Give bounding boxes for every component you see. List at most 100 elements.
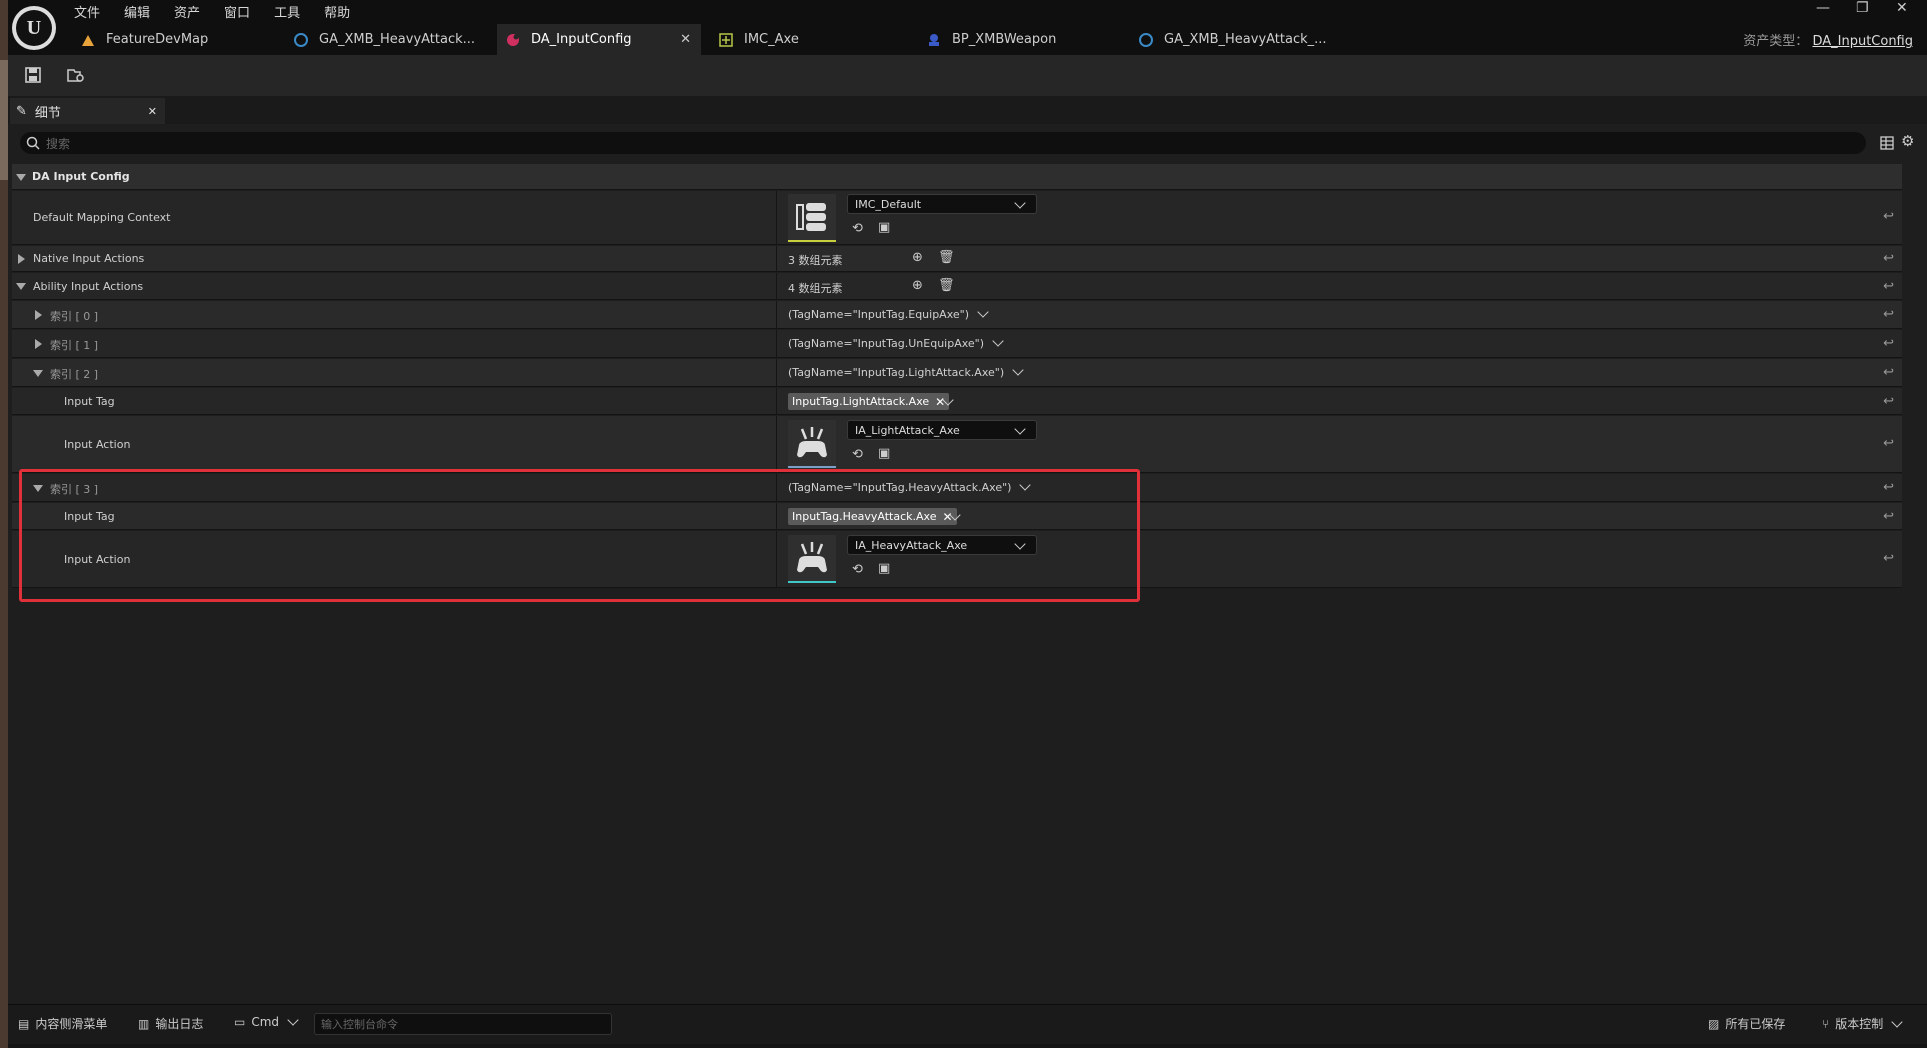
console-command-input[interactable]: 输入控制台命令: [314, 1013, 612, 1035]
table-view-icon[interactable]: [1880, 136, 1894, 150]
browse-content-icon[interactable]: [63, 62, 89, 88]
reset-to-default-icon[interactable]: ↩: [1883, 336, 1894, 351]
gameplay-tag-pill[interactable]: InputTag.LightAttack.Axe ✕: [788, 393, 950, 410]
asset-type-link[interactable]: DA_InputConfig: [1812, 34, 1913, 49]
reset-to-default-icon[interactable]: ↩: [1883, 394, 1894, 409]
element-summary[interactable]: (TagName="InputTag.EquipAxe"): [788, 306, 989, 321]
input-action-combo[interactable]: IA_HeavyAttack_Axe: [847, 535, 1037, 555]
menu-file[interactable]: 文件: [74, 2, 100, 22]
save-icon[interactable]: [20, 62, 46, 88]
chevron-down-icon: [992, 335, 1004, 347]
reset-to-default-icon[interactable]: ↩: [1883, 251, 1894, 266]
combo-value: IMC_Default: [855, 197, 922, 211]
array-element-2[interactable]: 索引 [ 2 ] (TagName="InputTag.LightAttack.…: [12, 359, 1902, 387]
menu-asset[interactable]: 资产: [174, 2, 200, 22]
mapping-context-thumbnail[interactable]: [788, 194, 836, 242]
tab-imc-axe[interactable]: IMC_Axe: [710, 24, 910, 55]
use-selected-icon[interactable]: ⟲: [852, 562, 863, 577]
cmd-label: Cmd: [251, 1015, 280, 1029]
saved-icon: ▨: [1708, 1016, 1720, 1031]
property-input-action-2: Input Action IA_LightAttack_Axe ⟲ ▣ ↩: [12, 416, 1902, 473]
tab-bp-xmbweapon[interactable]: BP_XMBWeapon: [918, 24, 1118, 55]
content-drawer-label: 内容侧滑菜单: [35, 1017, 108, 1031]
tab-da-inputconfig[interactable]: DA_InputConfig ✕: [497, 24, 701, 55]
category-da-input-config[interactable]: DA Input Config: [12, 164, 1902, 190]
gear-icon[interactable]: ⚙: [1901, 132, 1914, 150]
element-index-label: 索引 [ 0 ]: [50, 310, 99, 323]
menu-window[interactable]: 窗口: [224, 2, 250, 22]
use-selected-icon[interactable]: ⟲: [852, 447, 863, 462]
array-element-1[interactable]: 索引 [ 1 ] (TagName="InputTag.UnEquipAxe")…: [12, 330, 1902, 358]
minimize-icon[interactable]: —: [1816, 0, 1830, 16]
gameplay-tag-pill[interactable]: InputTag.HeavyAttack.Axe ✕: [788, 508, 957, 525]
source-control-button[interactable]: ⑂ 版本控制: [1822, 1015, 1903, 1032]
reset-to-default-icon[interactable]: ↩: [1883, 480, 1894, 495]
browse-asset-icon[interactable]: ▣: [878, 561, 890, 576]
array-element-3[interactable]: 索引 [ 3 ] (TagName="InputTag.HeavyAttack.…: [12, 474, 1902, 502]
reset-to-default-icon[interactable]: ↩: [1883, 365, 1894, 380]
menu-tools[interactable]: 工具: [274, 2, 300, 22]
use-selected-icon[interactable]: ⟲: [852, 221, 863, 236]
input-action-thumbnail[interactable]: [788, 535, 836, 583]
tab-details[interactable]: ✎ 细节 ✕: [10, 98, 165, 124]
expand-arrow-icon[interactable]: [18, 254, 25, 264]
details-tab-label: 细节: [34, 105, 61, 121]
menu-edit[interactable]: 编辑: [124, 2, 150, 22]
reset-to-default-icon[interactable]: ↩: [1883, 551, 1894, 566]
collapse-arrow-icon[interactable]: [16, 283, 26, 290]
element-index-label: 索引 [ 3 ]: [50, 483, 99, 496]
close-icon[interactable]: ✕: [148, 105, 157, 118]
element-summary[interactable]: (TagName="InputTag.HeavyAttack.Axe"): [788, 479, 1032, 494]
content-drawer-button[interactable]: ▤ 内容侧滑菜单: [18, 1015, 107, 1032]
reset-to-default-icon[interactable]: ↩: [1883, 209, 1894, 224]
collapse-arrow-icon[interactable]: [33, 370, 43, 377]
combo-value: IA_LightAttack_Axe: [855, 423, 960, 437]
collapse-arrow-icon[interactable]: [33, 485, 43, 492]
tab-label: DA_InputConfig: [531, 32, 632, 47]
trash-icon[interactable]: 🗑: [938, 278, 955, 293]
output-log-button[interactable]: ▥ 输出日志: [138, 1015, 203, 1032]
input-action-thumbnail[interactable]: [788, 420, 836, 468]
array-count: 3 数组元素: [788, 254, 843, 267]
collapse-arrow-icon[interactable]: [16, 174, 26, 181]
expand-arrow-icon[interactable]: [35, 310, 42, 320]
add-element-icon[interactable]: ⊕: [912, 250, 923, 265]
close-icon[interactable]: ✕: [680, 32, 691, 47]
reset-to-default-icon[interactable]: ↩: [1883, 509, 1894, 524]
array-count: 4 数组元素: [788, 282, 843, 295]
source-control-label: 版本控制: [1835, 1017, 1884, 1031]
input-action-combo[interactable]: IA_LightAttack_Axe: [847, 420, 1037, 440]
unreal-logo-icon[interactable]: U: [12, 6, 56, 50]
menu-help[interactable]: 帮助: [324, 2, 350, 22]
cmd-dropdown[interactable]: ▭ Cmd: [234, 1014, 299, 1029]
left-gutter-highlight: [0, 60, 8, 180]
window-close-icon[interactable]: ✕: [1896, 0, 1908, 16]
chevron-down-icon: [1012, 364, 1024, 376]
array-element-0[interactable]: 索引 [ 0 ] (TagName="InputTag.EquipAxe") ↩: [12, 301, 1902, 329]
property-ability-input-actions[interactable]: Ability Input Actions 4 数组元素 ⊕ 🗑 ↩: [12, 273, 1902, 300]
restore-icon[interactable]: ❐: [1856, 0, 1869, 16]
browse-asset-icon[interactable]: ▣: [878, 220, 890, 235]
tab-featuredevmap[interactable]: FeatureDevMap: [72, 24, 272, 55]
property-native-input-actions[interactable]: Native Input Actions 3 数组元素 ⊕ 🗑 ↩: [12, 246, 1902, 272]
tab-ga-heavyattack-2[interactable]: GA_XMB_HeavyAttack_...: [1130, 24, 1350, 55]
reset-to-default-icon[interactable]: ↩: [1883, 307, 1894, 322]
reset-to-default-icon[interactable]: ↩: [1883, 436, 1894, 451]
add-element-icon[interactable]: ⊕: [912, 278, 923, 293]
element-summary[interactable]: (TagName="InputTag.LightAttack.Axe"): [788, 364, 1024, 379]
output-log-label: 输出日志: [155, 1017, 204, 1031]
toolbar: [8, 55, 1927, 96]
element-summary[interactable]: (TagName="InputTag.UnEquipAxe"): [788, 335, 1004, 350]
tab-ga-heavyattack[interactable]: GA_XMB_HeavyAttack...: [285, 24, 485, 55]
all-saved-button[interactable]: ▨ 所有已保存: [1708, 1015, 1785, 1032]
mapping-context-combo[interactable]: IMC_Default: [847, 194, 1037, 214]
search-input[interactable]: 搜索: [20, 132, 1866, 154]
browse-asset-icon[interactable]: ▣: [878, 446, 890, 461]
expand-arrow-icon[interactable]: [35, 339, 42, 349]
trash-icon[interactable]: 🗑: [938, 250, 955, 265]
property-input-tag-2: Input Tag InputTag.LightAttack.Axe ✕ ↩: [12, 388, 1902, 415]
reset-to-default-icon[interactable]: ↩: [1883, 279, 1894, 294]
console-placeholder: 输入控制台命令: [321, 1018, 398, 1031]
tab-label: IMC_Axe: [744, 32, 799, 47]
blueprint-icon: [1139, 32, 1153, 47]
